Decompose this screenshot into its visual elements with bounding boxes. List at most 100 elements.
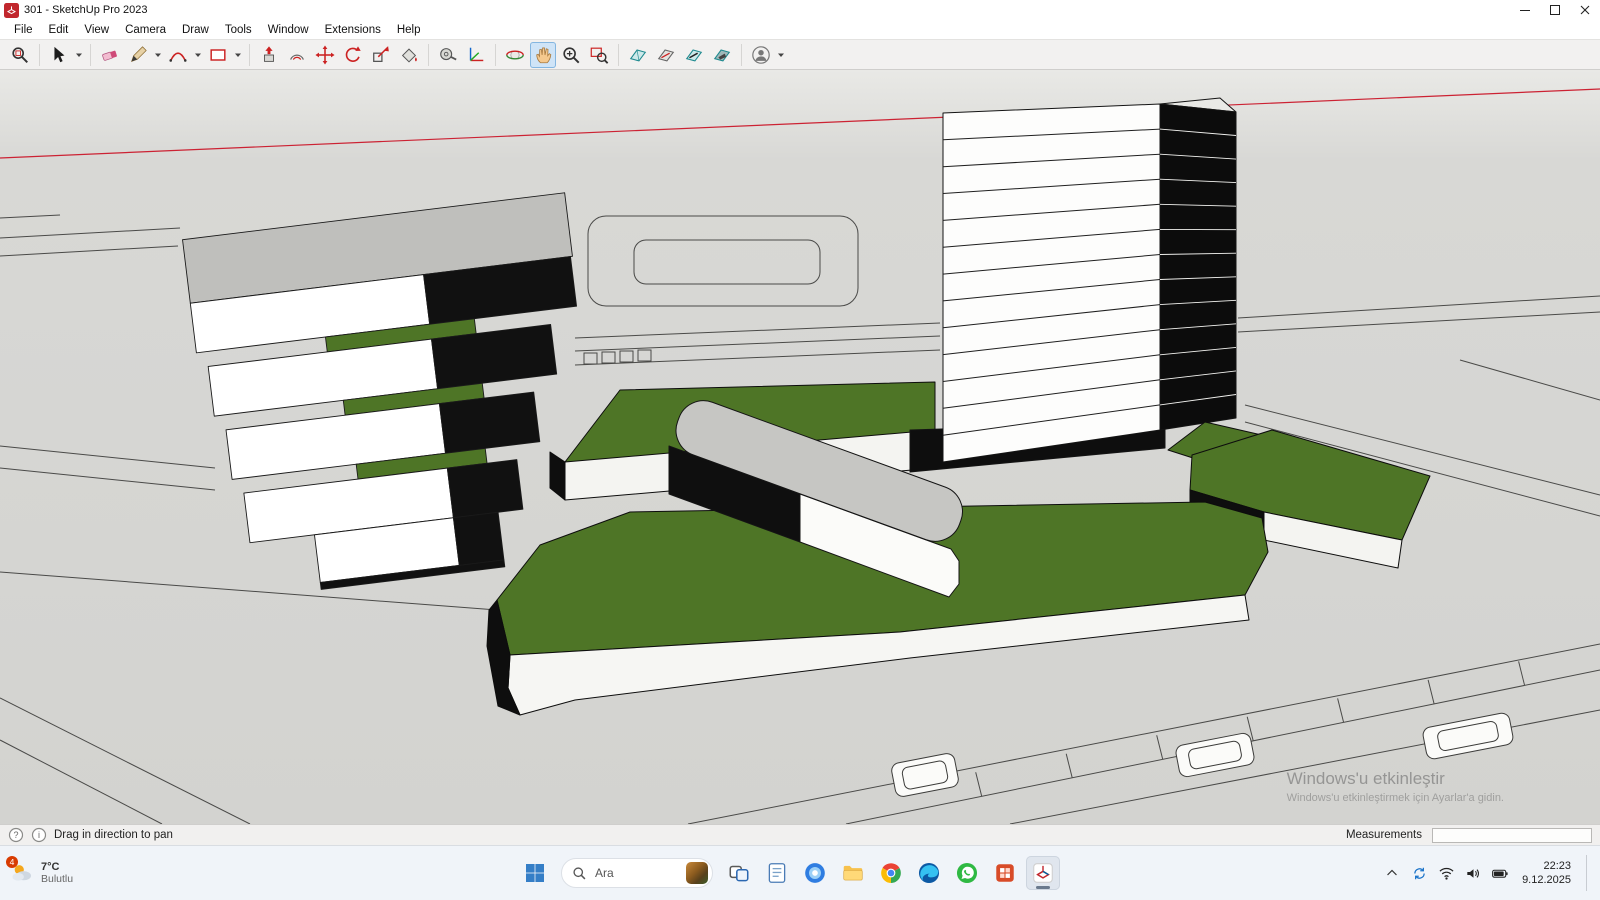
zoom-extents-icon	[589, 45, 609, 65]
weather-alert-badge: 4	[6, 856, 18, 868]
volume-icon[interactable]	[1464, 864, 1482, 882]
tool-select-dropdown[interactable]	[73, 42, 84, 68]
arc-icon	[168, 45, 188, 65]
tool-zoom-window-button[interactable]	[7, 42, 33, 68]
tool-shapes-dropdown[interactable]	[232, 42, 243, 68]
tool-account-dropdown[interactable]	[775, 42, 786, 68]
search-daily-image[interactable]	[686, 862, 708, 884]
tool-line-button[interactable]	[125, 42, 151, 68]
section-cuts-icon	[684, 45, 704, 65]
toolbar-separator	[741, 44, 742, 66]
measurements-input[interactable]	[1432, 828, 1592, 843]
select-icon	[49, 45, 69, 65]
tool-zoom-button[interactable]	[558, 42, 584, 68]
tool-offset-button[interactable]	[284, 42, 310, 68]
tool-shapes-button[interactable]	[205, 42, 231, 68]
taskbar-app-task-view[interactable]	[722, 856, 756, 890]
info-icon[interactable]: i	[31, 827, 47, 843]
window-title: 301 - SketchUp Pro 2023	[24, 4, 148, 16]
notepad-icon	[765, 861, 789, 885]
tool-arc-dropdown[interactable]	[192, 42, 203, 68]
tool-account-button[interactable]	[748, 42, 774, 68]
line-icon	[128, 45, 148, 65]
tool-scale-button[interactable]	[368, 42, 394, 68]
menu-item-window[interactable]: Window	[260, 20, 317, 39]
file-explorer-icon	[841, 861, 865, 885]
status-bar: ? i Drag in direction to pan Measurement…	[0, 824, 1600, 845]
tool-axes-button[interactable]	[463, 42, 489, 68]
taskbar-app-office[interactable]	[988, 856, 1022, 890]
chevron-down-icon	[154, 51, 162, 59]
taskbar-app-file-explorer[interactable]	[836, 856, 870, 890]
chevron-down-icon	[777, 51, 785, 59]
tool-orbit-button[interactable]	[502, 42, 528, 68]
svg-text:i: i	[38, 830, 40, 840]
weather-condition: Bulutlu	[41, 873, 73, 885]
menu-item-camera[interactable]: Camera	[117, 20, 174, 39]
taskbar-app-notepad[interactable]	[760, 856, 794, 890]
menu-item-file[interactable]: File	[6, 20, 41, 39]
section-plane-icon	[628, 45, 648, 65]
tool-push-pull-button[interactable]	[256, 42, 282, 68]
close-button[interactable]	[1570, 0, 1600, 20]
section-fill-icon	[712, 45, 732, 65]
tool-rotate-button[interactable]	[340, 42, 366, 68]
wifi-icon[interactable]	[1437, 864, 1455, 882]
tower-building	[910, 98, 1236, 472]
tool-move-button[interactable]	[312, 42, 338, 68]
show-desktop-button[interactable]	[1586, 855, 1590, 891]
chrome-icon	[879, 861, 903, 885]
taskbar-app-edge[interactable]	[912, 856, 946, 890]
tool-eraser-button[interactable]	[97, 42, 123, 68]
menu-bar: FileEditViewCameraDrawToolsWindowExtensi…	[0, 20, 1600, 39]
taskbar-app-chrome[interactable]	[874, 856, 908, 890]
menu-item-edit[interactable]: Edit	[41, 20, 77, 39]
toolbar-separator	[428, 44, 429, 66]
menu-item-view[interactable]: View	[76, 20, 117, 39]
taskbar-app-sketchup[interactable]	[1026, 856, 1060, 890]
viewport[interactable]: Windows'u etkinleştir Windows'u etkinleş…	[0, 70, 1600, 824]
title-bar: 301 - SketchUp Pro 2023	[0, 0, 1600, 20]
sync-icon[interactable]	[1410, 864, 1428, 882]
weather-widget[interactable]: 4 7°C Bulutlu	[10, 861, 73, 885]
menu-item-extensions[interactable]: Extensions	[317, 20, 389, 39]
shapes-icon	[208, 45, 228, 65]
svg-text:?: ?	[13, 830, 18, 840]
tool-pan-button[interactable]	[530, 42, 556, 68]
tool-section-fill-button[interactable]	[709, 42, 735, 68]
help-icon[interactable]: ?	[8, 827, 24, 843]
tool-arc-button[interactable]	[165, 42, 191, 68]
tape-measure-icon	[438, 45, 458, 65]
menu-item-draw[interactable]: Draw	[174, 20, 217, 39]
tool-paint-bucket-button[interactable]	[396, 42, 422, 68]
search-placeholder: Ara	[595, 866, 614, 880]
weather-temp: 7°C	[41, 861, 73, 873]
taskbar-app-whatsapp[interactable]	[950, 856, 984, 890]
hidden-icons-chevron[interactable]	[1383, 864, 1401, 882]
task-view-icon	[727, 861, 751, 885]
minimize-button[interactable]	[1510, 0, 1540, 20]
eraser-icon	[100, 45, 120, 65]
offset-icon	[287, 45, 307, 65]
tool-zoom-extents-button[interactable]	[586, 42, 612, 68]
tool-section-display-button[interactable]	[653, 42, 679, 68]
sketchup-window: 301 - SketchUp Pro 2023 FileEditViewCame…	[0, 0, 1600, 900]
battery-icon[interactable]	[1491, 864, 1509, 882]
taskbar-app-copilot[interactable]	[798, 856, 832, 890]
tool-line-dropdown[interactable]	[152, 42, 163, 68]
tool-tape-measure-button[interactable]	[435, 42, 461, 68]
start-button[interactable]	[518, 856, 552, 890]
measurements-label: Measurements	[1346, 829, 1422, 841]
tool-section-cuts-button[interactable]	[681, 42, 707, 68]
menu-item-tools[interactable]: Tools	[217, 20, 260, 39]
scale-icon	[371, 45, 391, 65]
tool-select-button[interactable]	[46, 42, 72, 68]
search-box[interactable]: Ara	[561, 858, 713, 888]
account-icon	[751, 45, 771, 65]
zoom-icon	[561, 45, 581, 65]
tool-section-plane-button[interactable]	[625, 42, 651, 68]
maximize-button[interactable]	[1540, 0, 1570, 20]
chevron-down-icon	[234, 51, 242, 59]
clock[interactable]: 22:23 9.12.2025	[1522, 859, 1571, 888]
menu-item-help[interactable]: Help	[389, 20, 429, 39]
